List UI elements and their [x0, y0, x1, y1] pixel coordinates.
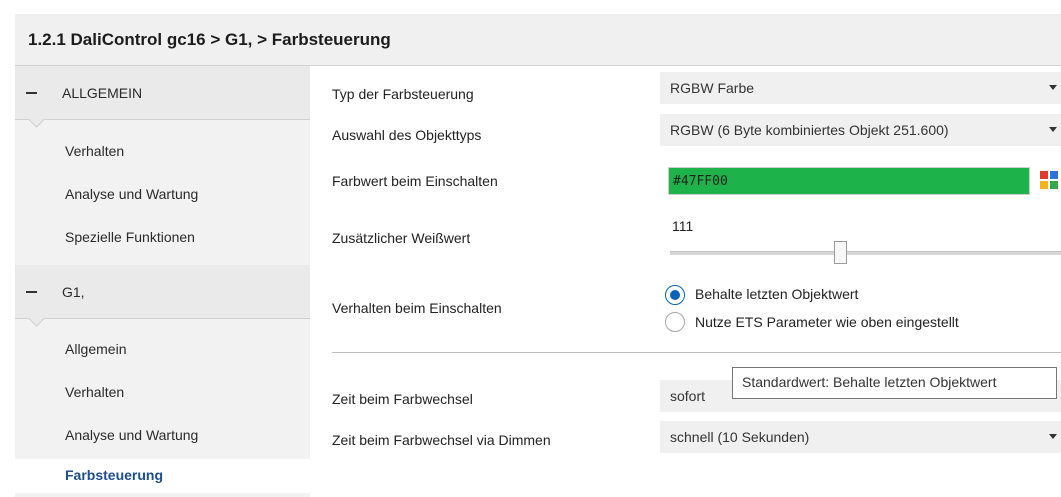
radio-label-behalte[interactable]: Behalte letzten Objektwert	[695, 286, 858, 302]
page-title: 1.2.1 DaliControl gc16 > G1, > Farbsteue…	[28, 30, 391, 49]
sidebar-item-analyse-und-wartung[interactable]: Analyse und Wartung	[65, 186, 198, 202]
color-value-text: #47FF00	[673, 174, 728, 189]
divider	[332, 352, 1061, 353]
slider-thumb[interactable]	[834, 241, 847, 264]
sidebar: ALLGEMEIN Verhalten Analyse und Wartung …	[15, 66, 310, 497]
group-pointer	[27, 119, 45, 129]
radio-behalte-letzten[interactable]	[665, 285, 685, 305]
chevron-down-icon	[1049, 127, 1057, 132]
sidebar-group-label: G1,	[62, 284, 85, 300]
chevron-down-icon	[1049, 85, 1057, 90]
tooltip-text: Standardwert: Behalte letzten Objektwert	[742, 374, 997, 390]
radio-label-nutze[interactable]: Nutze ETS Parameter wie oben eingestellt	[695, 314, 959, 330]
color-value-field[interactable]: #47FF00	[668, 167, 1030, 195]
group-pointer	[27, 318, 45, 328]
minus-icon[interactable]	[26, 92, 37, 94]
radio-nutze-ets[interactable]	[665, 312, 685, 332]
typ-dropdown[interactable]: RGBW Farbe	[660, 72, 1061, 104]
color-picker-icon[interactable]	[1040, 171, 1058, 189]
sidebar-item-verhalten-g1[interactable]: Verhalten	[65, 384, 124, 400]
sidebar-item-verhalten[interactable]: Verhalten	[65, 143, 124, 159]
slider-value: 111	[672, 218, 694, 234]
zeit-value: sofort	[670, 388, 706, 404]
weisswert-label: Zusätzlicher Weißwert	[332, 230, 471, 246]
tooltip: Standardwert: Behalte letzten Objektwert	[732, 367, 1057, 399]
sidebar-item-label: Farbsteuerung	[65, 467, 164, 483]
sidebar-group-allgemein[interactable]: ALLGEMEIN	[15, 66, 310, 120]
sidebar-item-spezielle-funktionen[interactable]: Spezielle Funktionen	[65, 229, 195, 245]
sidebar-group-label: ALLGEMEIN	[62, 85, 143, 101]
zeit-dimmen-value: schnell (10 Sekunden)	[670, 429, 810, 445]
sidebar-group-g1[interactable]: G1,	[15, 265, 310, 319]
objekttyp-dropdown[interactable]: RGBW (6 Byte kombiniertes Objekt 251.600…	[660, 114, 1061, 146]
slider-track[interactable]	[670, 251, 1061, 255]
zeit-dimmen-dropdown[interactable]: schnell (10 Sekunden)	[660, 421, 1061, 453]
zeit-label: Zeit beim Farbwechsel	[332, 391, 473, 407]
objekttyp-value: RGBW (6 Byte kombiniertes Objekt 251.600…	[670, 122, 949, 138]
zeit-dimmen-label: Zeit beim Farbwechsel via Dimmen	[332, 432, 551, 448]
verhalten-label: Verhalten beim Einschalten	[332, 300, 502, 316]
typ-value: RGBW Farbe	[670, 80, 755, 96]
sidebar-item-farbsteuerung[interactable]: Farbsteuerung	[15, 459, 310, 493]
chevron-down-icon	[1049, 434, 1057, 439]
title-bar: 1.2.1 DaliControl gc16 > G1, > Farbsteue…	[15, 14, 1061, 66]
sidebar-item-allgemein[interactable]: Allgemein	[65, 341, 126, 357]
typ-label: Typ der Farbsteuerung	[332, 86, 474, 102]
farbwert-label: Farbwert beim Einschalten	[332, 173, 498, 189]
minus-icon[interactable]	[26, 291, 37, 293]
sidebar-item-analyse-und-wartung-g1[interactable]: Analyse und Wartung	[65, 427, 198, 443]
objekttyp-label: Auswahl des Objekttyps	[332, 127, 482, 143]
